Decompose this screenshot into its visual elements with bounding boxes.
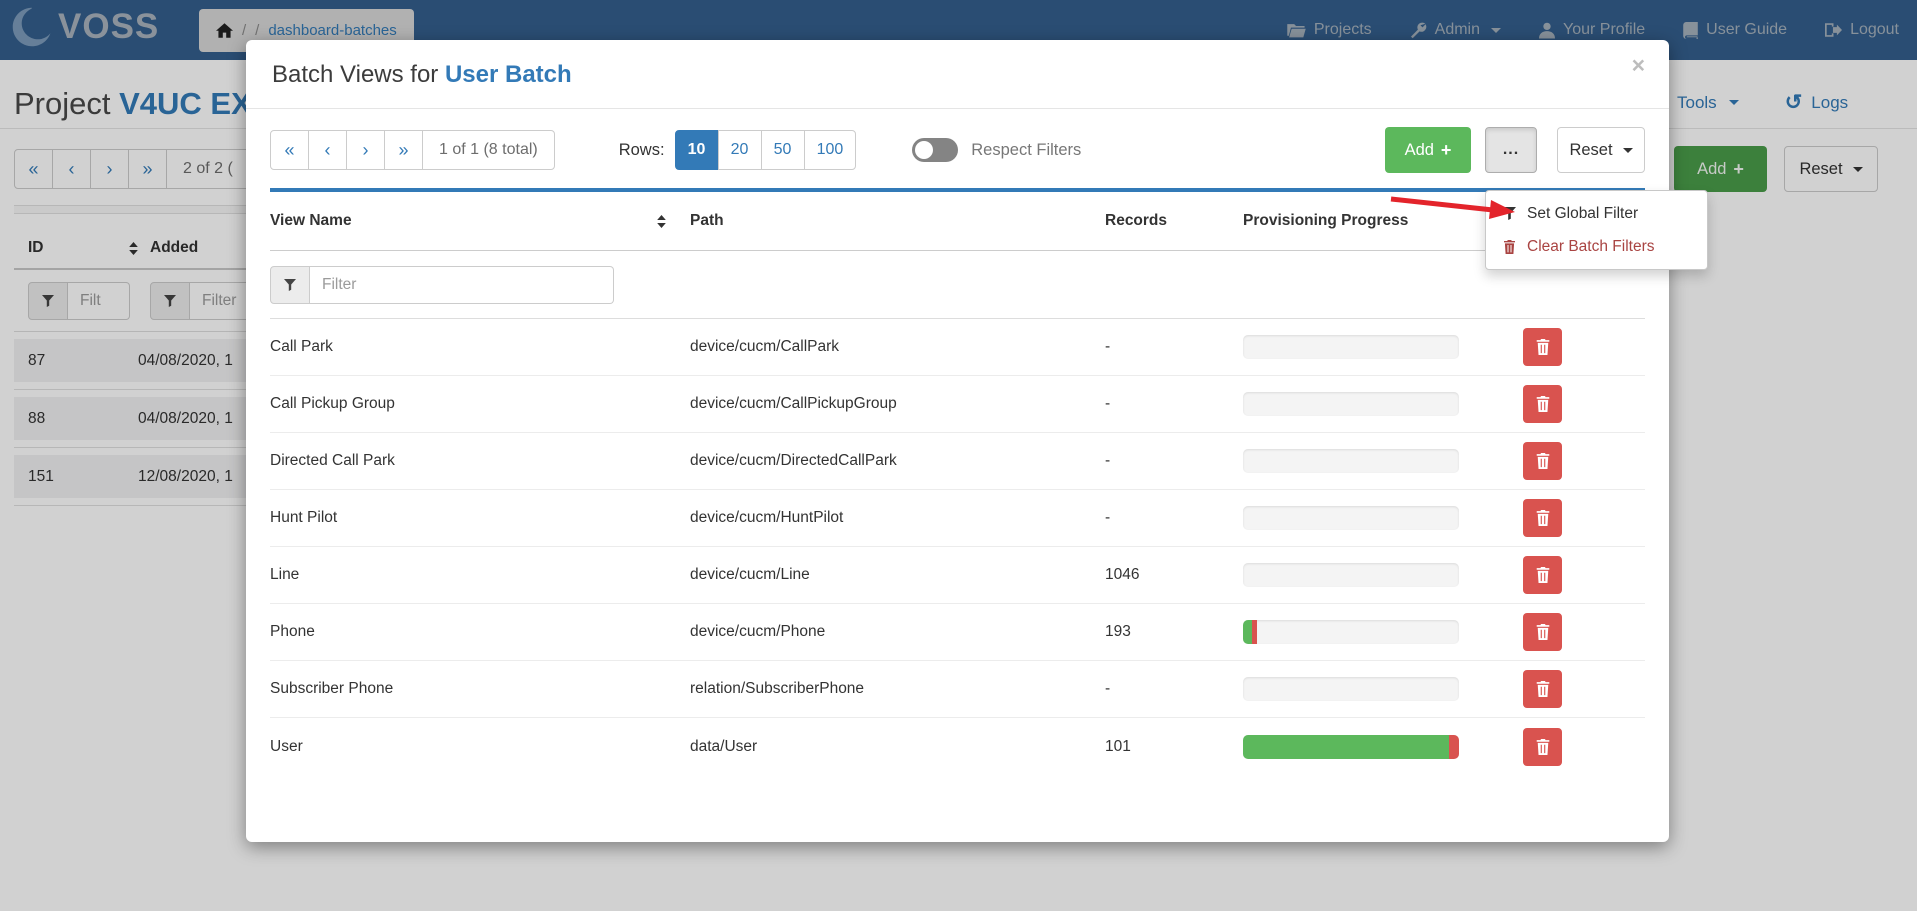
first-page-button[interactable]: « [270, 130, 309, 170]
plus-icon: + [1441, 140, 1452, 161]
provisioning-progress-bar [1243, 506, 1459, 530]
toggle-knob [915, 141, 933, 159]
column-header-path[interactable]: Path [690, 212, 1105, 230]
delete-view-button[interactable] [1523, 613, 1562, 651]
page-status: 1 of 1 (8 total) [422, 130, 555, 170]
delete-view-button[interactable] [1523, 499, 1562, 537]
add-view-button[interactable]: Add+ [1385, 127, 1471, 173]
prev-page-button[interactable]: ‹ [308, 130, 347, 170]
progress-success [1243, 735, 1449, 759]
delete-view-button[interactable] [1523, 442, 1562, 480]
modal-toolbar: « ‹ › » 1 of 1 (8 total) Rows: 10 20 50 … [270, 127, 1645, 173]
provisioning-progress-bar [1243, 677, 1459, 701]
app-root: VOSS / / dashboard-batches Projects Admi… [0, 0, 1917, 911]
menu-item-clear-batch-filters[interactable]: Clear Batch Filters [1486, 230, 1707, 263]
respect-filters-label: Respect Filters [971, 141, 1081, 160]
more-actions-button[interactable]: ... [1485, 127, 1537, 173]
rows-option-50[interactable]: 50 [761, 130, 805, 170]
table-row: Subscriber Phone relation/SubscriberPhon… [270, 661, 1645, 718]
provisioning-progress-bar [1243, 620, 1459, 644]
view-name-cell: Call Pickup Group [270, 395, 690, 413]
table-filter-row [270, 251, 1645, 319]
caret-down-icon [1623, 148, 1633, 153]
table-row: Call Park device/cucm/CallPark - [270, 319, 1645, 376]
table-row: Hunt Pilot device/cucm/HuntPilot - [270, 490, 1645, 547]
view-name-cell: Call Park [270, 338, 690, 356]
column-header-records[interactable]: Records [1105, 212, 1243, 230]
rows-option-100[interactable]: 100 [804, 130, 857, 170]
rows-per-page-selector: 10 20 50 100 [675, 130, 857, 170]
path-cell: device/cucm/DirectedCallPark [690, 452, 1105, 470]
view-name-filter-input[interactable] [310, 266, 614, 304]
view-name-cell: Phone [270, 623, 690, 641]
path-cell: device/cucm/CallPickupGroup [690, 395, 1105, 413]
modal-table-body: Call Park device/cucm/CallPark - Call Pi… [270, 319, 1645, 775]
table-row: Directed Call Park device/cucm/DirectedC… [270, 433, 1645, 490]
batch-views-modal: Batch Views for User Batch × « ‹ › » 1 o… [246, 40, 1669, 842]
modal-header: Batch Views for User Batch × [246, 40, 1669, 109]
batch-views-table: View Name Path Records Provisioning Prog… [270, 192, 1645, 775]
menu-item-label: Clear Batch Filters [1527, 238, 1654, 256]
table-row: Call Pickup Group device/cucm/CallPickup… [270, 376, 1645, 433]
table-row: Line device/cucm/Line 1046 [270, 547, 1645, 604]
path-cell: device/cucm/CallPark [690, 338, 1105, 356]
provisioning-progress-bar [1243, 392, 1459, 416]
view-name-cell: Hunt Pilot [270, 509, 690, 527]
provisioning-progress-bar [1243, 449, 1459, 473]
reset-button[interactable]: Reset [1557, 127, 1645, 173]
batch-name: User Batch [445, 61, 572, 88]
table-row: Phone device/cucm/Phone 193 [270, 604, 1645, 661]
path-cell: relation/SubscriberPhone [690, 680, 1105, 698]
annotation-arrow [1388, 192, 1523, 227]
view-name-cell: User [270, 738, 690, 756]
modal-title: Batch Views for User Batch [272, 61, 1643, 89]
rows-option-20[interactable]: 20 [718, 130, 762, 170]
last-page-button[interactable]: » [384, 130, 423, 170]
records-cell: - [1105, 395, 1243, 413]
delete-view-button[interactable] [1523, 670, 1562, 708]
provisioning-progress-bar [1243, 335, 1459, 359]
provisioning-progress-bar [1243, 563, 1459, 587]
progress-success [1243, 620, 1252, 644]
provisioning-progress-bar [1243, 735, 1459, 759]
path-cell: device/cucm/Phone [690, 623, 1105, 641]
sort-icon[interactable] [657, 215, 666, 228]
trash-icon [1503, 240, 1516, 254]
view-name-cell: Subscriber Phone [270, 680, 690, 698]
records-cell: - [1105, 452, 1243, 470]
records-cell: 101 [1105, 738, 1243, 756]
view-name-cell: Directed Call Park [270, 452, 690, 470]
progress-danger [1449, 735, 1459, 759]
path-cell: data/User [690, 738, 1105, 756]
filter-funnel-button[interactable] [270, 266, 310, 304]
delete-view-button[interactable] [1523, 328, 1562, 366]
path-cell: device/cucm/Line [690, 566, 1105, 584]
table-row: User data/User 101 [270, 718, 1645, 775]
delete-view-button[interactable] [1523, 728, 1562, 766]
view-name-cell: Line [270, 566, 690, 584]
records-cell: - [1105, 509, 1243, 527]
column-header-view-name[interactable]: View Name [270, 212, 352, 230]
records-cell: - [1105, 338, 1243, 356]
records-cell: - [1105, 680, 1243, 698]
records-cell: 1046 [1105, 566, 1243, 584]
progress-danger [1252, 620, 1257, 644]
menu-item-label: Set Global Filter [1527, 205, 1638, 223]
path-cell: device/cucm/HuntPilot [690, 509, 1105, 527]
records-cell: 193 [1105, 623, 1243, 641]
delete-view-button[interactable] [1523, 385, 1562, 423]
modal-pagination: « ‹ › » 1 of 1 (8 total) [270, 130, 555, 170]
rows-label: Rows: [619, 141, 665, 160]
rows-option-10[interactable]: 10 [675, 130, 719, 170]
respect-filters-toggle[interactable] [912, 138, 958, 162]
close-icon[interactable]: × [1632, 54, 1645, 77]
delete-view-button[interactable] [1523, 556, 1562, 594]
next-page-button[interactable]: › [346, 130, 385, 170]
